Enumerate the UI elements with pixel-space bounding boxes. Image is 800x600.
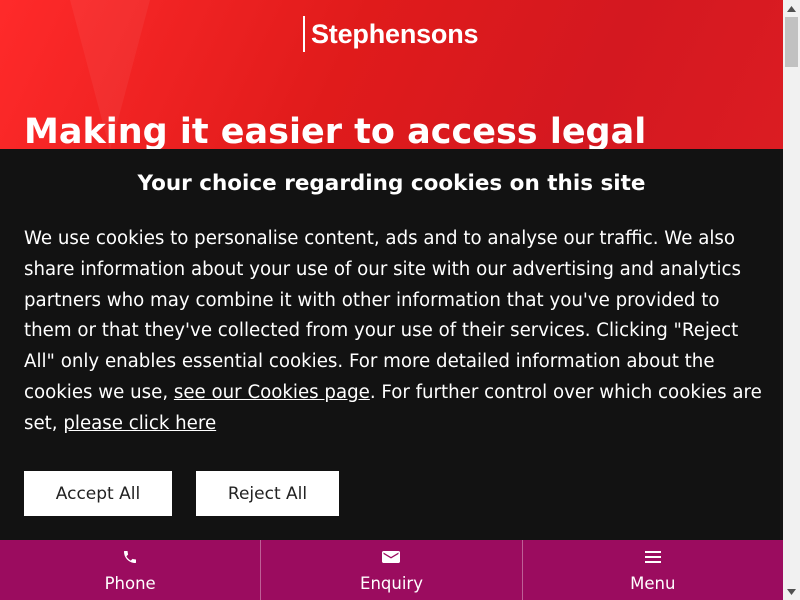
cookie-text-part1: We use cookies to personalise content, a… bbox=[24, 228, 741, 403]
reject-all-button[interactable]: Reject All bbox=[196, 471, 339, 516]
cookie-text: We use cookies to personalise content, a… bbox=[24, 224, 764, 440]
cookies-page-link[interactable]: see our Cookies page bbox=[174, 382, 370, 403]
hamburger-icon bbox=[644, 548, 662, 566]
accept-all-button[interactable]: Accept All bbox=[24, 471, 172, 516]
phone-icon bbox=[121, 548, 139, 566]
nav-menu-label: Menu bbox=[630, 574, 676, 593]
nav-phone[interactable]: Phone bbox=[0, 540, 262, 600]
nav-enquiry-label: Enquiry bbox=[360, 574, 423, 593]
logo-bar bbox=[303, 16, 305, 52]
hero-title: Making it easier to access legal bbox=[24, 112, 647, 152]
scrollbar-thumb[interactable] bbox=[785, 17, 798, 67]
scroll-down-arrow-icon[interactable] bbox=[783, 583, 800, 600]
mail-icon bbox=[382, 548, 401, 566]
cookie-settings-link[interactable]: please click here bbox=[63, 413, 216, 434]
nav-enquiry[interactable]: Enquiry bbox=[261, 540, 523, 600]
brand-logo[interactable]: Stephensons bbox=[303, 16, 479, 52]
cookie-banner: Your choice regarding cookies on this si… bbox=[0, 149, 783, 540]
bottom-nav: Phone Enquiry Menu bbox=[0, 540, 783, 600]
cookie-title: Your choice regarding cookies on this si… bbox=[137, 171, 646, 196]
page: Stephensons Making it easier to access l… bbox=[0, 0, 783, 600]
nav-phone-label: Phone bbox=[104, 574, 156, 593]
vertical-scrollbar[interactable] bbox=[783, 0, 800, 600]
scroll-up-arrow-icon[interactable] bbox=[783, 0, 800, 17]
nav-menu[interactable]: Menu bbox=[523, 540, 783, 600]
logo-text: Stephensons bbox=[311, 18, 479, 49]
